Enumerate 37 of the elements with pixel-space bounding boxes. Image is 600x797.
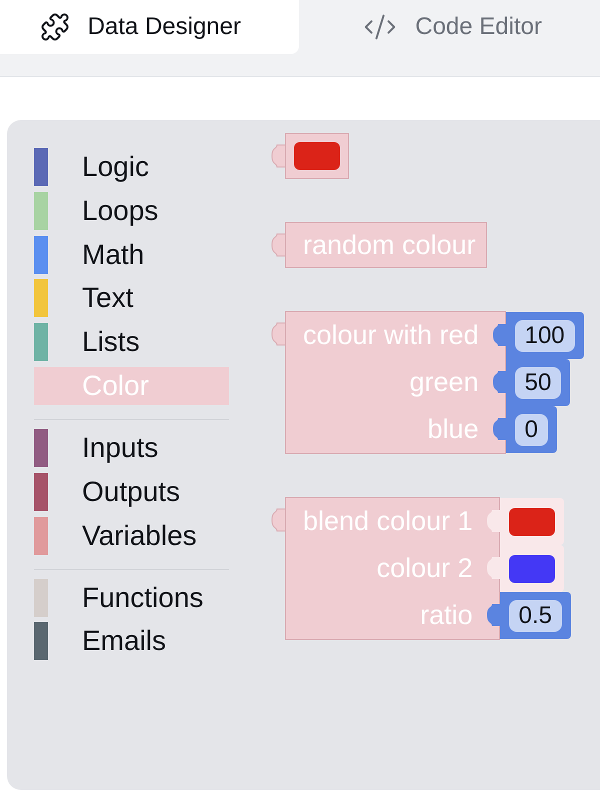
number-field[interactable]: 100	[514, 320, 575, 352]
colour-block[interactable]	[500, 498, 564, 545]
connector-tab-icon	[490, 370, 506, 394]
connector-tab-icon	[270, 233, 285, 257]
number-field[interactable]: 50	[514, 366, 562, 398]
category-item[interactable]: Text	[34, 279, 229, 318]
colour-block[interactable]	[500, 545, 564, 592]
number-block[interactable]: 0	[506, 406, 557, 453]
connector-tab-icon	[270, 508, 285, 532]
number-block[interactable]: 100	[506, 312, 584, 359]
colour-swatch-icon[interactable]	[508, 508, 555, 536]
puzzle-icon	[40, 12, 70, 42]
connector-tab-icon	[490, 323, 506, 347]
connector-tab-icon	[270, 322, 285, 346]
category-item[interactable]: Functions	[34, 578, 229, 617]
category-item[interactable]: Inputs	[34, 428, 229, 467]
tab[interactable]: Code Editor	[299, 0, 600, 54]
number-block[interactable]: 50	[506, 359, 570, 406]
category-item[interactable]: Loops	[34, 192, 229, 230]
connector-tab-icon	[484, 603, 500, 627]
category-item[interactable]: Lists	[34, 323, 229, 362]
connector-tab-icon	[490, 417, 506, 441]
connector-tab-icon	[484, 556, 500, 580]
connector-tab-icon	[484, 509, 500, 533]
category-item[interactable]: Outputs	[34, 472, 229, 511]
tab[interactable]: Data Designer	[0, 0, 299, 54]
category-item[interactable]: Emails	[34, 622, 229, 660]
category-item[interactable]: Logic	[34, 148, 229, 186]
number-field[interactable]: 0.5	[508, 600, 562, 632]
connector-tab-icon	[270, 144, 285, 168]
colour-swatch-icon[interactable]	[294, 142, 340, 170]
number-field[interactable]: 0	[514, 414, 548, 446]
category-item[interactable]: Variables	[34, 516, 229, 555]
number-block[interactable]: 0.5	[500, 592, 571, 639]
colour-swatch-icon[interactable]	[508, 554, 555, 582]
colour-picker-block[interactable]	[285, 133, 349, 179]
category-item[interactable]: Math	[34, 236, 229, 274]
